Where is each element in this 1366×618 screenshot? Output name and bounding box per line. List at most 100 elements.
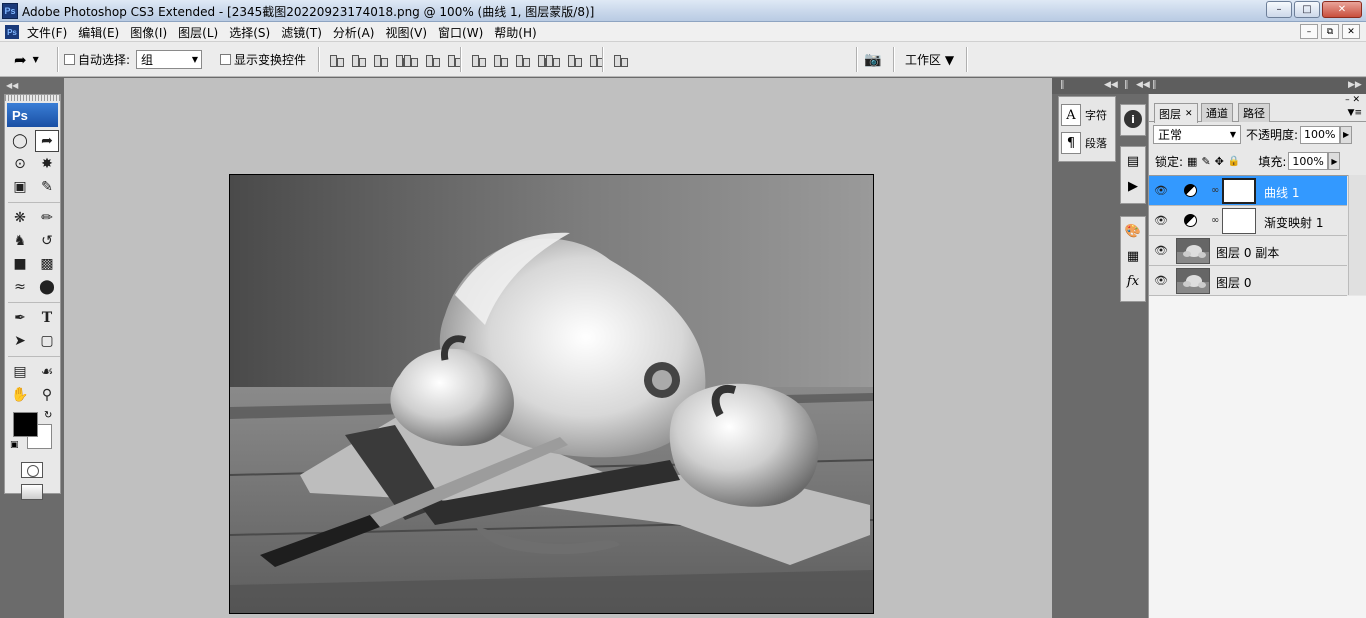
clone-stamp-tool-icon[interactable]: ♞ <box>8 230 32 252</box>
link-icon[interactable]: ∞ <box>1211 215 1219 226</box>
layer-mask-thumbnail[interactable] <box>1222 178 1256 204</box>
blend-mode-select[interactable]: 正常 ▼ <box>1153 125 1241 144</box>
menu-filter[interactable]: 滤镜(T) <box>280 24 323 41</box>
info-icon[interactable]: i <box>1122 108 1144 130</box>
move-tool-preset[interactable]: ➦ ▼ <box>14 42 39 77</box>
align-hcenter-icon[interactable] <box>424 52 440 68</box>
swatches-icon[interactable]: ▦ <box>1122 245 1144 267</box>
eyedropper-tool-icon[interactable]: ☙ <box>35 361 59 383</box>
auto-select-combo[interactable]: 组 ▼ <box>136 50 203 69</box>
character-panel-button[interactable]: A 字符 <box>1059 102 1115 128</box>
type-tool-icon[interactable]: T <box>35 307 59 329</box>
layer-mask-thumbnail[interactable] <box>1222 208 1256 234</box>
eraser-tool-icon[interactable]: ■ <box>8 253 32 275</box>
doc-restore-button[interactable]: ⧉ <box>1321 24 1339 39</box>
healing-brush-tool-icon[interactable]: ❋ <box>8 207 32 229</box>
dodge-tool-icon[interactable]: ⬤ <box>35 276 59 298</box>
close-button[interactable]: ✕ <box>1322 1 1362 18</box>
brush-tool-icon[interactable]: ✏ <box>35 207 59 229</box>
align-top-icon[interactable] <box>328 52 344 68</box>
actions-icon[interactable]: ▶ <box>1122 175 1144 197</box>
notes-tool-icon[interactable]: ▤ <box>8 361 32 383</box>
pen-tool-icon[interactable]: ✒ <box>8 307 32 329</box>
shape-tool-icon[interactable]: ▢ <box>35 330 59 352</box>
workspace-menu[interactable]: 工作区 ▼ <box>905 42 954 77</box>
panel-menu-icon[interactable]: ▼≡ <box>1348 108 1362 118</box>
collapse-icon[interactable]: ◀◀ <box>1136 80 1150 90</box>
gradient-tool-icon[interactable]: ▩ <box>35 253 59 275</box>
opacity-input[interactable]: 100% <box>1300 125 1341 144</box>
menu-analysis[interactable]: 分析(A) <box>332 24 376 41</box>
layer-row-layer0[interactable]: 👁 图层 0 <box>1149 266 1347 296</box>
history-icon[interactable]: ▤ <box>1122 150 1144 172</box>
fill-input[interactable]: 100% <box>1288 152 1329 170</box>
distribute-vcenter-icon[interactable] <box>492 52 508 68</box>
lock-position-icon[interactable]: ✥ <box>1215 155 1224 168</box>
opacity-slider-arrow[interactable]: ▶ <box>1340 125 1353 144</box>
styles-icon[interactable]: fx <box>1122 270 1144 292</box>
link-icon[interactable]: ∞ <box>1211 185 1219 196</box>
distribute-bottom-icon[interactable] <box>514 52 530 68</box>
visibility-eye-icon[interactable]: 👁 <box>1152 272 1170 289</box>
doc-minimize-button[interactable]: – <box>1300 24 1318 39</box>
align-vcenter-icon[interactable] <box>350 52 366 68</box>
visibility-eye-icon[interactable]: 👁 <box>1152 182 1170 199</box>
grip-icon[interactable]: ‖ <box>1152 80 1157 90</box>
menu-select[interactable]: 选择(S) <box>228 24 271 41</box>
auto-align-icon[interactable] <box>612 52 628 68</box>
marquee-tool-icon[interactable]: ◯ <box>8 130 32 152</box>
slice-tool-icon[interactable]: ✎ <box>35 176 59 198</box>
layers-scrollbar[interactable] <box>1348 175 1366 295</box>
menu-layer[interactable]: 图层(L) <box>177 24 219 41</box>
layer-row-curves[interactable]: 👁 ∞ 曲线 1 <box>1149 176 1347 206</box>
menu-file[interactable]: 文件(F) <box>26 24 68 41</box>
grip-icon[interactable]: ‖ <box>1124 80 1129 90</box>
distribute-top-icon[interactable] <box>470 52 486 68</box>
tab-layers[interactable]: 图层 ✕ <box>1154 103 1198 123</box>
lock-all-icon[interactable]: 🔒 <box>1228 156 1240 167</box>
layer-row-layer0-copy[interactable]: 👁 图层 0 副本 <box>1149 236 1347 266</box>
document-canvas[interactable] <box>229 174 874 614</box>
fill-slider-arrow[interactable]: ▶ <box>1328 152 1341 170</box>
toolbox-grip[interactable] <box>5 95 60 101</box>
document-icon[interactable]: Ps <box>5 25 19 39</box>
collapse-icon[interactable]: ◀◀ <box>6 81 18 90</box>
menu-help[interactable]: 帮助(H) <box>493 24 537 41</box>
default-colors-icon[interactable]: ▣ <box>10 440 19 450</box>
grip-icon[interactable]: ‖ <box>1060 80 1065 90</box>
menu-window[interactable]: 窗口(W) <box>437 24 484 41</box>
lock-transparent-icon[interactable]: ▦ <box>1187 155 1197 168</box>
menu-image[interactable]: 图像(I) <box>129 24 168 41</box>
hand-tool-icon[interactable]: ✋ <box>8 384 32 406</box>
align-left-icon[interactable] <box>402 52 418 68</box>
move-tool-icon[interactable]: ➦ <box>35 130 59 152</box>
collapse-icon[interactable]: ◀◀ <box>1104 80 1118 90</box>
maximize-button[interactable]: □ <box>1294 1 1320 18</box>
quick-mask-mode-icon[interactable] <box>21 462 43 478</box>
distribute-hcenter-icon[interactable] <box>566 52 582 68</box>
minimize-button[interactable]: – <box>1266 1 1292 18</box>
path-select-tool-icon[interactable]: ➤ <box>8 330 32 352</box>
show-transform-checkbox[interactable] <box>220 54 231 65</box>
magic-wand-tool-icon[interactable]: ✸ <box>35 153 59 175</box>
align-bottom-icon[interactable] <box>372 52 388 68</box>
menu-edit[interactable]: 编辑(E) <box>77 24 120 41</box>
distribute-left-icon[interactable] <box>544 52 560 68</box>
tab-paths[interactable]: 路径 <box>1238 103 1270 122</box>
layer-row-gradient-map[interactable]: 👁 ∞ 渐变映射 1 <box>1149 206 1347 236</box>
doc-close-button[interactable]: ✕ <box>1342 24 1360 39</box>
paragraph-panel-button[interactable]: ¶ 段落 <box>1059 130 1115 156</box>
history-brush-tool-icon[interactable]: ↺ <box>35 230 59 252</box>
crop-tool-icon[interactable]: ▣ <box>8 176 32 198</box>
expand-icon[interactable]: ▶▶ <box>1348 80 1362 90</box>
visibility-eye-icon[interactable]: 👁 <box>1152 212 1170 229</box>
bridge-icon[interactable]: 📷 <box>864 52 881 68</box>
menu-view[interactable]: 视图(V) <box>384 24 428 41</box>
blur-tool-icon[interactable]: ≈ <box>8 276 32 298</box>
foreground-color-swatch[interactable] <box>13 412 38 437</box>
visibility-eye-icon[interactable]: 👁 <box>1152 242 1170 259</box>
swap-colors-icon[interactable]: ↻ <box>44 410 52 421</box>
color-palette-icon[interactable]: 🎨 <box>1122 220 1144 242</box>
tab-channels[interactable]: 通道 <box>1201 103 1233 122</box>
screen-mode-icon[interactable] <box>21 484 43 500</box>
